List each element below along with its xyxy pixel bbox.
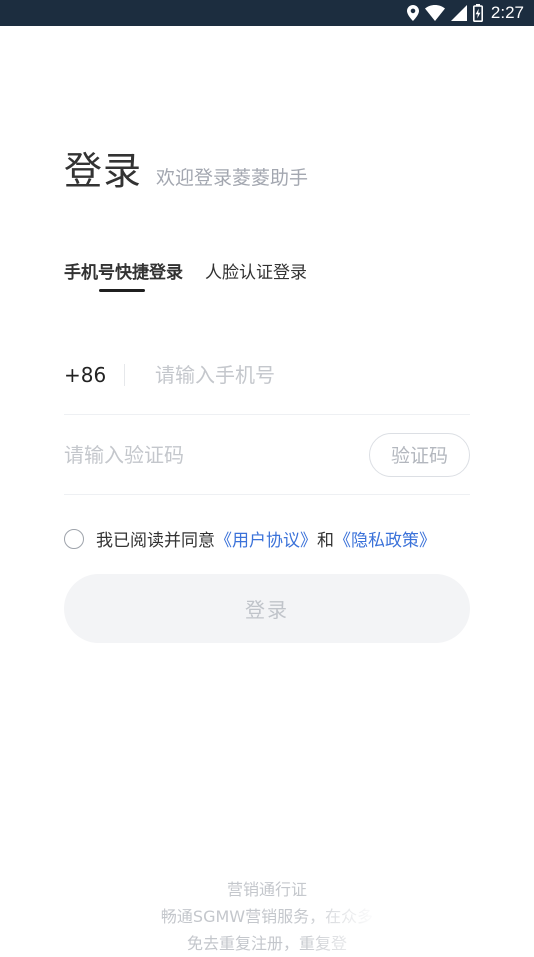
country-code[interactable]: +86 [64, 363, 124, 387]
footer-fade [300, 870, 410, 950]
page-subtitle: 欢迎登录菱菱助手 [156, 167, 309, 189]
user-agreement-link[interactable]: 《用户协议》 [215, 526, 317, 551]
privacy-policy-link[interactable]: 《隐私政策》 [334, 526, 436, 551]
location-icon [406, 5, 419, 21]
code-row: 验证码 [64, 415, 470, 495]
divider [124, 364, 125, 386]
footer-mask [400, 870, 534, 950]
phone-input[interactable] [155, 363, 455, 387]
signal-icon [450, 5, 467, 21]
agree-checkbox[interactable] [64, 528, 84, 549]
page-header: 登录 欢迎登录菱菱助手 [64, 140, 308, 195]
status-time: 2:27 [490, 3, 524, 22]
verification-code-input[interactable] [64, 442, 324, 467]
wifi-icon [424, 5, 445, 21]
agree-and: 和 [317, 531, 334, 551]
get-code-button[interactable]: 验证码 [369, 432, 470, 477]
status-bar: 2:27 [0, 0, 534, 26]
battery-icon [472, 4, 483, 22]
tab-face-login[interactable]: 人脸认证登录 [205, 258, 307, 283]
login-button[interactable]: 登录 [64, 574, 470, 643]
login-tabs: 手机号快捷登录 人脸认证登录 [64, 258, 307, 283]
tab-active-indicator [99, 289, 145, 292]
agree-prefix: 我已阅读并同意 [96, 531, 215, 551]
page-title: 登录 [64, 149, 143, 193]
tab-phone-login[interactable]: 手机号快捷登录 [64, 258, 183, 283]
phone-row: +86 [64, 336, 470, 415]
agreement-row: 我已阅读并同意 《用户协议》 和 《隐私政策》 [64, 526, 436, 551]
